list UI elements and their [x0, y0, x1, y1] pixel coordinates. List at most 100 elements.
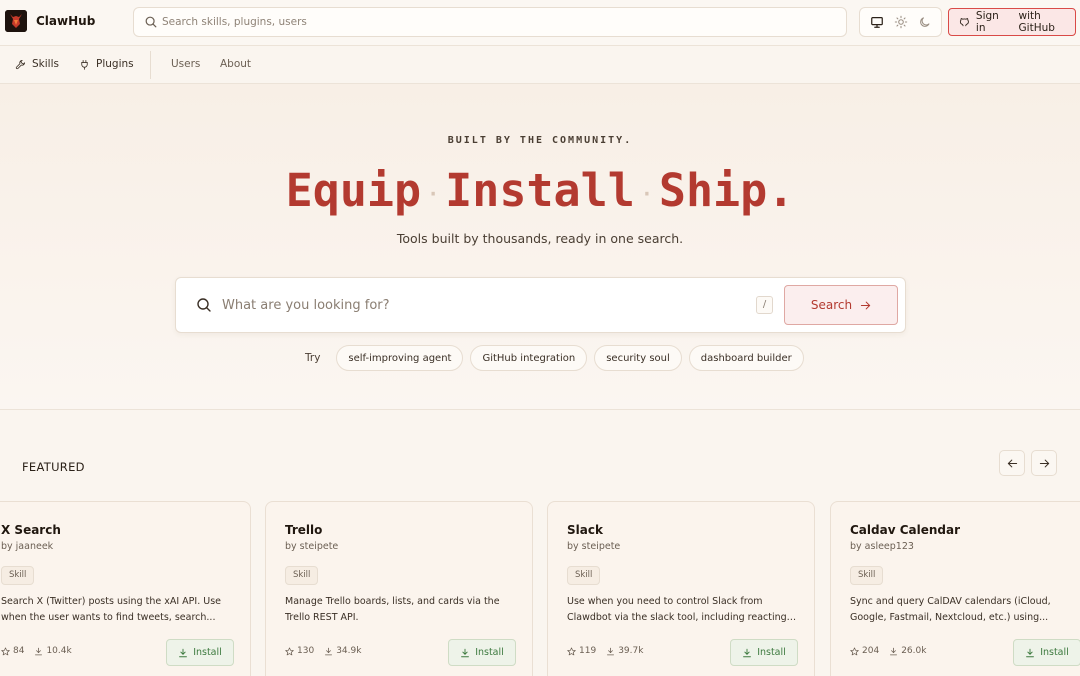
nav-item-skills[interactable]: Skills	[15, 58, 59, 70]
download-icon	[607, 647, 615, 655]
download-icon	[1026, 648, 1035, 657]
install-button[interactable]: Install	[448, 639, 516, 666]
card-tag: Skill	[850, 566, 884, 585]
headline-separator: ·	[640, 182, 653, 206]
card-stars: 130	[297, 646, 315, 656]
install-button[interactable]: Install	[166, 639, 234, 666]
download-icon	[890, 647, 898, 655]
card-description: Manage Trello boards, lists, and cards v…	[285, 596, 500, 623]
download-icon	[743, 648, 752, 657]
suggestion-chip[interactable]: self-improving agent	[336, 345, 464, 371]
hero-search-box: / Search	[175, 277, 906, 333]
top-search-input[interactable]	[162, 12, 832, 32]
suggestion-row: Try self-improving agent GitHub integrat…	[305, 345, 804, 371]
install-label: Install	[193, 647, 222, 658]
install-button[interactable]: Install	[730, 639, 798, 666]
card-description: Sync and query CalDAV calendars (iCloud,…	[850, 596, 1051, 623]
nav-label-plugins: Plugins	[96, 58, 134, 70]
signin-github-button[interactable]: Sign in with GitHub	[948, 8, 1076, 36]
download-icon	[35, 647, 43, 655]
top-bar: ClawHub Sign in	[0, 0, 1080, 46]
install-label: Install	[475, 647, 504, 658]
card-downloads: 34.9k	[336, 646, 362, 656]
featured-card[interactable]: Slack by steipete Skill Use when you nee…	[547, 501, 815, 676]
suggestion-chip[interactable]: security soul	[594, 345, 682, 371]
search-icon	[145, 16, 157, 28]
sun-icon[interactable]	[894, 15, 908, 29]
hero-eyebrow: BUILT BY THE COMMUNITY.	[447, 135, 633, 146]
carousel-prev-button[interactable]	[999, 450, 1025, 476]
card-description: Search X (Twitter) posts using the xAI A…	[1, 596, 221, 623]
nav-item-users[interactable]: Users	[171, 58, 200, 70]
card-title: Slack	[567, 523, 603, 537]
card-author: by asleep123	[850, 541, 914, 552]
wrench-icon	[15, 59, 26, 69]
headline-word-install: Install	[445, 164, 635, 217]
star-icon	[567, 646, 576, 655]
top-search-bar[interactable]	[133, 7, 847, 37]
download-icon	[461, 648, 470, 657]
signin-suffix: with GitHub	[1018, 10, 1055, 34]
star-icon	[1, 646, 10, 655]
featured-card[interactable]: X Search by jaaneek Skill Search X (Twit…	[0, 501, 251, 676]
install-label: Install	[1040, 647, 1069, 658]
nav-label-about: About	[220, 58, 252, 70]
install-button[interactable]: Install	[1013, 639, 1080, 666]
card-tag: Skill	[1, 566, 35, 585]
card-stats: 204 26.0k	[850, 646, 926, 656]
card-downloads: 26.0k	[901, 646, 927, 656]
card-stars: 84	[13, 646, 25, 656]
hero-subtitle: Tools built by thousands, ready in one s…	[396, 231, 684, 246]
github-icon	[959, 18, 969, 27]
theme-toggle-group	[859, 7, 942, 37]
signin-label: Sign in	[975, 10, 999, 34]
monitor-icon[interactable]	[870, 15, 884, 29]
search-button-label: Search	[810, 298, 853, 312]
arrow-right-icon	[860, 301, 871, 309]
nav-label-users: Users	[171, 58, 201, 70]
try-label: Try	[305, 352, 321, 364]
card-tag: Skill	[567, 566, 601, 585]
download-icon	[325, 647, 333, 655]
featured-card[interactable]: Trello by steipete Skill Manage Trello b…	[265, 501, 533, 676]
card-author: by jaaneek	[1, 541, 54, 552]
moon-icon[interactable]	[918, 15, 932, 29]
nav-label-skills: Skills	[32, 58, 59, 70]
brand-name[interactable]: ClawHub	[36, 14, 95, 28]
card-stats: 84 10.4k	[1, 646, 72, 656]
secondary-nav: Skills Plugins Users About	[0, 46, 1080, 84]
card-description: Use when you need to control Slack from …	[567, 596, 787, 623]
hero-headline: Equip · Install · Ship.	[0, 164, 1080, 217]
install-label: Install	[757, 647, 786, 658]
nav-item-plugins[interactable]: Plugins	[79, 58, 134, 70]
search-shortcut-hint: /	[756, 296, 773, 314]
nav-item-about[interactable]: About	[220, 58, 251, 70]
search-icon	[197, 298, 211, 312]
card-author: by steipete	[285, 541, 339, 552]
hero-search-input[interactable]	[222, 294, 742, 316]
card-title: Caldav Calendar	[850, 523, 961, 537]
card-title: X Search	[1, 523, 61, 537]
hero-search-button[interactable]: Search	[784, 285, 898, 325]
carousel-next-button[interactable]	[1031, 450, 1057, 476]
hero-section: BUILT BY THE COMMUNITY. Equip · Install · Sh…	[0, 84, 1080, 410]
headline-separator: ·	[427, 182, 440, 206]
featured-heading: FEATURED	[22, 460, 85, 474]
headline-word-ship: Ship.	[658, 164, 795, 217]
clawhub-logo[interactable]	[5, 10, 27, 32]
featured-card[interactable]: Caldav Calendar by asleep123 Skill Sync …	[830, 501, 1080, 676]
card-title: Trello	[285, 523, 323, 537]
arrow-left-icon	[1007, 459, 1017, 467]
suggestion-chip[interactable]: GitHub integration	[470, 345, 588, 371]
nav-divider	[150, 51, 151, 79]
card-stats: 130 34.9k	[285, 646, 361, 656]
card-downloads: 39.7k	[618, 646, 644, 656]
arrow-right-icon	[1039, 459, 1049, 467]
plug-icon	[81, 59, 88, 70]
star-icon	[285, 646, 294, 655]
headline-word-equip: Equip	[285, 164, 422, 217]
suggestion-chip[interactable]: dashboard builder	[688, 345, 804, 371]
card-author: by steipete	[567, 541, 621, 552]
card-tag: Skill	[285, 566, 319, 585]
card-stars: 119	[579, 646, 597, 656]
